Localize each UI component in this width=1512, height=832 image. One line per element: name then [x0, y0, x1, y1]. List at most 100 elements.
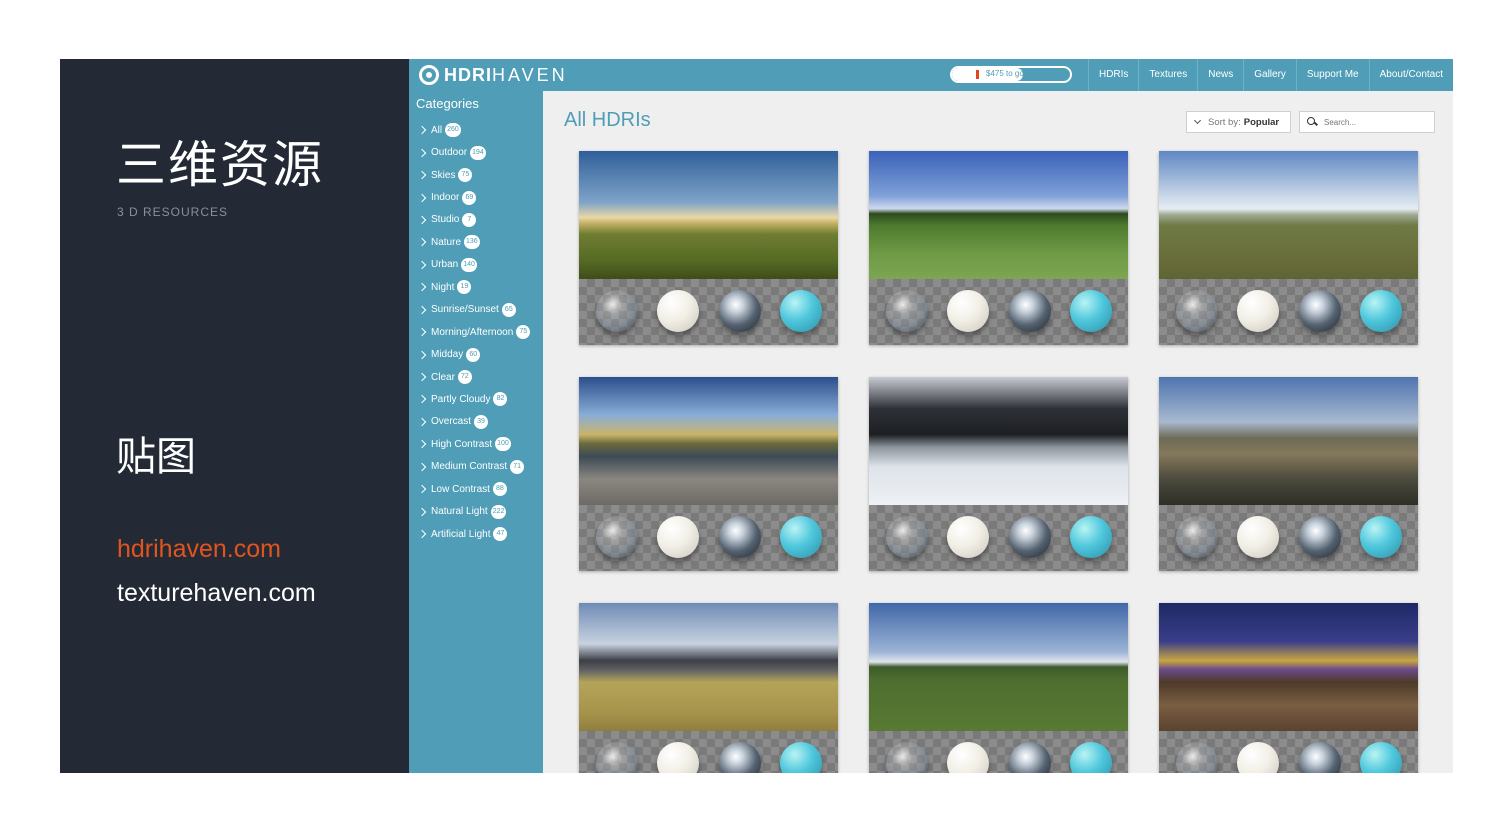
hdri-panorama-thumbnail — [1159, 377, 1418, 505]
category-count-badge: 194 — [470, 145, 486, 160]
slide-title: 三维资源 — [116, 136, 324, 194]
category-morning-afternoon[interactable]: Morning/Afternoon 75 — [417, 321, 543, 343]
chevron-right-icon — [417, 462, 427, 472]
hdri-panorama-thumbnail — [869, 151, 1128, 279]
category-high-contrast[interactable]: High Contrast 100 — [417, 433, 543, 455]
category-count-badge: 60 — [466, 347, 481, 362]
category-label: Outdoor — [431, 147, 468, 159]
diffuse-sphere — [947, 742, 989, 773]
category-count-badge: 100 — [495, 437, 511, 452]
chrome-sphere — [1009, 516, 1051, 558]
category-count-badge: 47 — [493, 527, 508, 542]
category-medium-contrast[interactable]: Medium Contrast 71 — [417, 456, 543, 478]
nav-textures[interactable]: Textures — [1138, 59, 1197, 91]
category-count-badge: 75 — [458, 168, 473, 183]
chevron-right-icon — [417, 417, 427, 427]
nav-about-contact[interactable]: About/Contact — [1368, 59, 1453, 91]
diffuse-sphere — [1237, 742, 1279, 773]
category-count-badge: 82 — [493, 392, 508, 407]
category-label: Low Contrast — [431, 483, 490, 495]
chrome-sphere — [1299, 290, 1341, 332]
category-midday[interactable]: Midday 60 — [417, 343, 543, 365]
category-indoor[interactable]: Indoor 69 — [417, 186, 543, 208]
colored-sphere — [1070, 742, 1112, 773]
glass-sphere — [596, 742, 638, 773]
search-box[interactable] — [1299, 111, 1435, 133]
patreon-goal-bar[interactable]: $475 to go — [950, 66, 1072, 83]
category-outdoor[interactable]: Outdoor 194 — [417, 141, 543, 163]
hdri-card[interactable] — [579, 603, 838, 773]
hdri-card[interactable] — [579, 151, 838, 345]
category-label: Skies — [431, 169, 456, 181]
category-count-badge: 140 — [461, 257, 477, 272]
category-label: Night — [431, 281, 455, 293]
hdri-card[interactable] — [869, 151, 1128, 345]
page-title: All HDRIs — [564, 109, 651, 131]
chevron-right-icon — [417, 125, 427, 135]
hdri-panorama-thumbnail — [869, 603, 1128, 731]
category-label: Indoor — [431, 192, 460, 204]
chevron-right-icon — [417, 529, 427, 539]
glass-sphere — [886, 742, 928, 773]
chevron-right-icon — [417, 305, 427, 314]
chrome-sphere — [1299, 742, 1341, 773]
section-heading: 贴图 — [116, 434, 196, 480]
site-logo[interactable]: HDRI HAVEN — [419, 64, 568, 86]
category-count-badge: 71 — [510, 459, 525, 474]
category-natural-light[interactable]: Natural Light 222 — [417, 500, 543, 522]
category-count-badge: 69 — [462, 190, 477, 205]
category-studio[interactable]: Studio 7 — [417, 209, 543, 231]
category-all[interactable]: All 260 — [417, 119, 543, 141]
category-partly-cloudy[interactable]: Partly Cloudy 82 — [417, 388, 543, 410]
chrome-sphere — [719, 742, 761, 773]
category-count-badge: 88 — [492, 482, 507, 497]
category-urban[interactable]: Urban 140 — [417, 254, 543, 276]
search-input[interactable] — [1324, 117, 1424, 127]
material-preview-strip — [869, 731, 1128, 773]
chevron-right-icon — [417, 484, 427, 494]
category-skies[interactable]: Skies 75 — [417, 164, 543, 186]
hdri-card[interactable] — [869, 377, 1128, 571]
hdri-card[interactable] — [869, 603, 1128, 773]
hdri-card[interactable] — [1159, 151, 1418, 345]
chevron-right-icon — [417, 372, 427, 382]
diffuse-sphere — [657, 742, 699, 773]
slide: 三维资源 3 D RESOURCES 贴图 hdrihaven.com text… — [60, 59, 1453, 773]
nav-support-me[interactable]: Support Me — [1295, 59, 1369, 91]
goal-text: $475 to go — [986, 69, 1024, 78]
logo-ring-icon — [419, 65, 439, 85]
chevron-right-icon — [417, 215, 427, 225]
link-texturehaven[interactable]: texturehaven.com — [117, 579, 316, 608]
glass-sphere — [886, 516, 928, 558]
sort-dropdown[interactable]: Sort by: Popular — [1186, 111, 1291, 133]
category-label: All — [431, 124, 443, 136]
category-nature[interactable]: Nature 136 — [417, 231, 543, 253]
category-night[interactable]: Night 19 — [417, 276, 543, 298]
hdri-card[interactable] — [579, 377, 838, 571]
category-overcast[interactable]: Overcast 39 — [417, 411, 543, 433]
hdri-card[interactable] — [1159, 603, 1418, 773]
nav-hdris[interactable]: HDRIs — [1087, 59, 1138, 91]
category-label: Morning/Afternoon — [431, 326, 514, 338]
category-clear[interactable]: Clear 72 — [417, 366, 543, 388]
nav-news[interactable]: News — [1197, 59, 1243, 91]
category-sunrise-sunset[interactable]: Sunrise/Sunset 65 — [417, 299, 543, 321]
chrome-sphere — [719, 290, 761, 332]
glass-sphere — [1176, 742, 1218, 773]
hdri-panorama-thumbnail — [1159, 603, 1418, 731]
chrome-sphere — [1009, 742, 1051, 773]
category-low-contrast[interactable]: Low Contrast 88 — [417, 478, 543, 500]
hdri-panorama-thumbnail — [579, 377, 838, 505]
link-hdrihaven[interactable]: hdrihaven.com — [117, 535, 281, 564]
diffuse-sphere — [1237, 290, 1279, 332]
glass-sphere — [596, 290, 638, 332]
nav-gallery[interactable]: Gallery — [1243, 59, 1296, 91]
material-preview-strip — [869, 505, 1128, 571]
colored-sphere — [1070, 290, 1112, 332]
material-preview-strip — [579, 731, 838, 773]
chevron-right-icon — [417, 395, 427, 404]
main-content: All HDRIs Sort by: Popular — [543, 91, 1453, 773]
sort-label: Sort by: — [1208, 116, 1241, 128]
category-artificial-light[interactable]: Artificial Light 47 — [417, 523, 543, 545]
hdri-card[interactable] — [1159, 377, 1418, 571]
